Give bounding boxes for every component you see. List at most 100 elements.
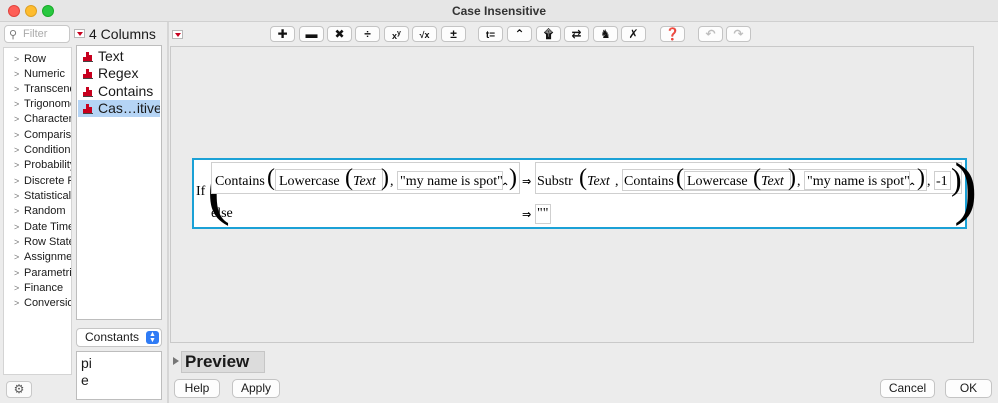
category-item-statistical[interactable]: > Statistical [4, 189, 71, 204]
undo-button[interactable]: ↶ [698, 26, 723, 42]
filter-placeholder: Filter [23, 28, 48, 40]
constants-select[interactable]: Constants ▲ ▼ [76, 328, 162, 347]
else-keyword[interactable]: else [211, 206, 233, 222]
panel-divider[interactable] [167, 22, 169, 403]
title-bar: Case Insensitive [0, 0, 998, 22]
settings-gear-button[interactable]: ⚙ [6, 381, 32, 398]
insert-term-button[interactable]: ⌃ [507, 26, 532, 42]
column-chart-icon [83, 51, 93, 62]
preview-header[interactable]: Preview [181, 351, 265, 373]
category-item-discrete-probability[interactable]: >Discrete Probability [4, 174, 71, 189]
formula-menu-icon[interactable] [172, 30, 183, 39]
filter-input[interactable]: ⚲ Filter [4, 25, 70, 43]
delete-button[interactable]: ✗ [621, 26, 646, 42]
constant-item-pi[interactable]: pi [81, 355, 92, 371]
plus-minus-icon: ± [450, 27, 457, 41]
formula-box[interactable]: If ( Contains ( Lowercase ( Text ) , "my… [192, 154, 977, 229]
assign-icon: t= [485, 30, 496, 41]
category-item-random[interactable]: > Random [4, 204, 71, 219]
caret-up-icon: ⌃ [514, 27, 525, 41]
chevron-right-icon: > [14, 69, 20, 79]
text-column-ref[interactable]: Text [761, 174, 784, 190]
category-item-transcendental[interactable]: >Transcendental [4, 82, 71, 97]
chevron-right-icon: > [14, 206, 20, 216]
category-item-row-state[interactable]: > Row State [4, 235, 71, 250]
help-button[interactable]: ❓ [660, 26, 685, 42]
local-button[interactable]: ♞ [593, 26, 618, 42]
contains-function[interactable]: Contains [624, 174, 674, 190]
help-dialog-button[interactable]: Help [174, 379, 220, 398]
category-item-parametric-model[interactable]: >Parametric Model [4, 266, 71, 281]
category-item-date-time[interactable]: > Date Time [4, 220, 71, 235]
function-category-list: >Row >Numeric >Transcendental >Trigonome… [3, 47, 72, 375]
string-literal[interactable]: "my name is spot" [807, 174, 910, 190]
category-item-conversion[interactable]: >Conversion [4, 296, 71, 311]
constant-item-e[interactable]: e [81, 372, 89, 388]
empty-string-literal[interactable]: "" [537, 206, 548, 222]
paren: ) [917, 165, 925, 191]
string-literal[interactable]: "my name is spot" [400, 174, 503, 190]
ok-button[interactable]: OK [945, 379, 992, 398]
divide-button[interactable]: ÷ [355, 26, 380, 42]
text-column-ref[interactable]: Text [353, 174, 376, 190]
chevron-right-icon: > [14, 191, 20, 201]
contains-function[interactable]: Contains [215, 174, 265, 190]
local-icon: ♞ [600, 27, 611, 41]
if-keyword[interactable]: If [196, 184, 205, 200]
column-chart-icon [83, 103, 93, 114]
chevron-right-icon: > [14, 222, 20, 232]
power-button[interactable]: xy [384, 26, 409, 42]
peel-icon: ۩ [543, 27, 554, 41]
column-item-text[interactable]: Text [78, 48, 160, 65]
else-arrow: ⇒ [522, 208, 532, 221]
peel-button[interactable]: ۩ [536, 26, 561, 42]
columns-menu-icon[interactable] [74, 29, 85, 38]
add-button[interactable]: ✚ [270, 26, 295, 42]
category-item-finance[interactable]: > Finance [4, 281, 71, 296]
lowercase-function[interactable]: Lowercase [687, 174, 748, 190]
column-chart-icon [83, 68, 93, 79]
comma: , [797, 174, 801, 189]
window-title: Case Insensitive [451, 4, 547, 18]
root-button[interactable]: √x [412, 26, 437, 42]
substr-function[interactable]: Substr [537, 174, 573, 190]
chevron-right-icon: > [14, 252, 20, 262]
column-item-contains[interactable]: Contains [78, 83, 160, 100]
minus-icon: ▬ [305, 27, 318, 41]
columns-count: 4 Columns [89, 26, 156, 42]
cancel-button[interactable]: Cancel [880, 379, 935, 398]
plus-minus-button[interactable]: ± [441, 26, 466, 42]
subtract-button[interactable]: ▬ [299, 26, 324, 42]
chevron-right-icon: > [14, 283, 20, 293]
apply-button[interactable]: Apply [232, 379, 280, 398]
category-item-comparison[interactable]: >Comparison [4, 128, 71, 143]
disclosure-triangle-icon[interactable] [173, 357, 179, 365]
multiply-button[interactable]: ✖ [327, 26, 352, 42]
column-chart-icon [83, 86, 93, 97]
category-item-conditional[interactable]: >Conditional [4, 143, 71, 158]
swap-button[interactable]: ⇄ [564, 26, 589, 42]
paren: ) [509, 165, 517, 191]
paren: ( [579, 165, 587, 191]
chevron-right-icon: > [14, 237, 20, 247]
number-literal[interactable]: -1 [936, 174, 948, 190]
column-item-case-insensitive[interactable]: Cas…itive [78, 100, 160, 117]
column-item-regex[interactable]: Regex [78, 65, 160, 82]
comma: , [390, 174, 394, 189]
category-item-probability[interactable]: > Probability [4, 158, 71, 173]
category-item-trigonometric[interactable]: >Trigonometric [4, 97, 71, 112]
category-item-numeric[interactable]: > Numeric [4, 67, 71, 82]
lowercase-function[interactable]: Lowercase [279, 174, 340, 190]
category-item-assignment[interactable]: >Assignment [4, 250, 71, 265]
category-item-row[interactable]: > Row [4, 52, 71, 67]
caret-up-icon: ⌃ [908, 182, 917, 193]
assign-button[interactable]: t= [478, 26, 503, 42]
paren: ( [345, 165, 353, 191]
redo-button[interactable]: ↷ [726, 26, 751, 42]
chevron-right-icon: > [14, 160, 20, 170]
question-icon: ❓ [665, 27, 680, 41]
text-column-ref[interactable]: Text [587, 174, 610, 190]
category-item-character[interactable]: > Character [4, 112, 71, 127]
comma: , [615, 174, 619, 189]
paren: ( [753, 165, 761, 191]
